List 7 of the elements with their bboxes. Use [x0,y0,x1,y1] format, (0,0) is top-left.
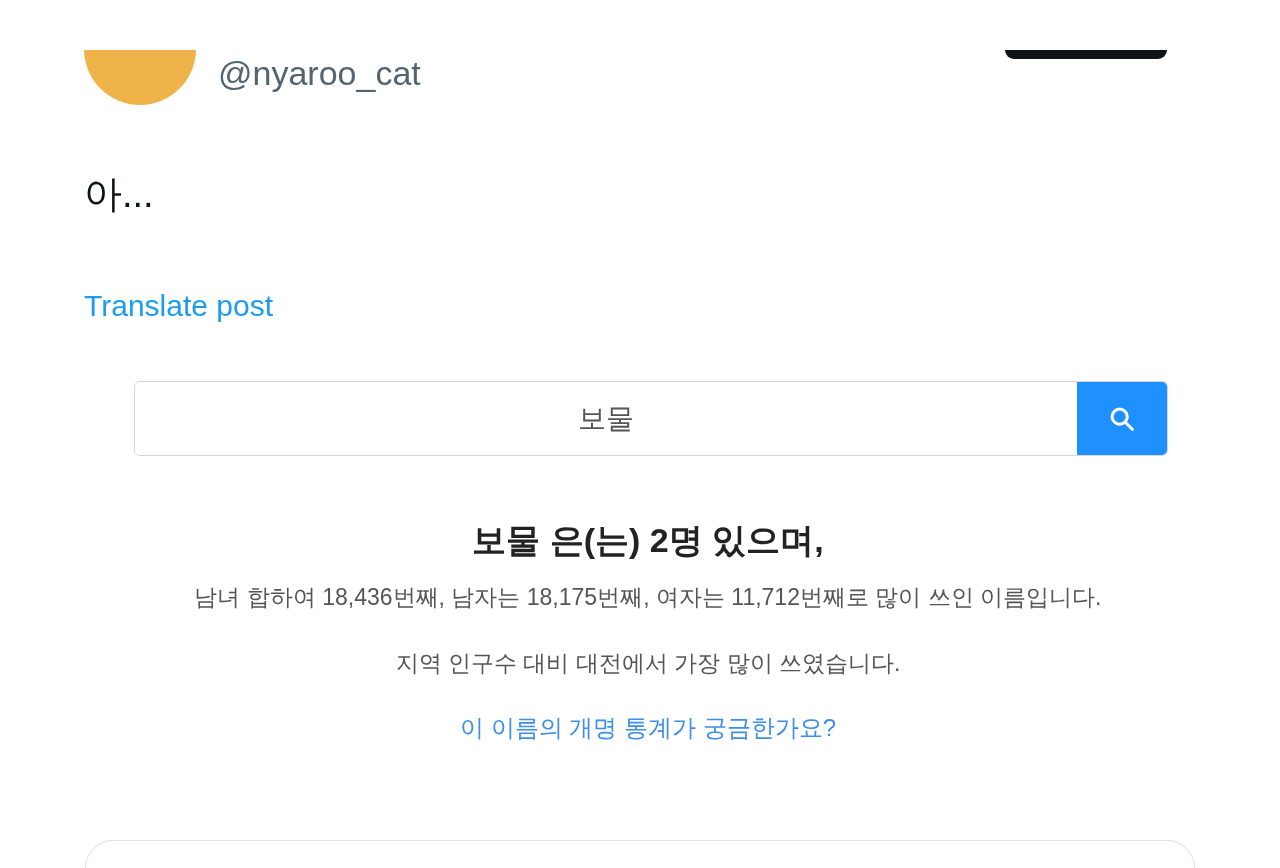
result-description: 남녀 합하여 18,436번째, 남자는 18,175번째, 여자는 11,712번째로 많이 쓰인 이름입니다. [194,583,1102,612]
user-handle: @nyaroo_cat [218,53,421,94]
follow-button-edge[interactable] [1005,50,1167,59]
result-heading: 보물 은(는) 2명 있으며, [472,520,824,561]
result-description: 지역 인구수 대비 대전에서 가장 많이 쓰였습니다. [395,649,901,678]
search-button[interactable] [1077,382,1167,455]
post-text: 아... [84,172,155,217]
